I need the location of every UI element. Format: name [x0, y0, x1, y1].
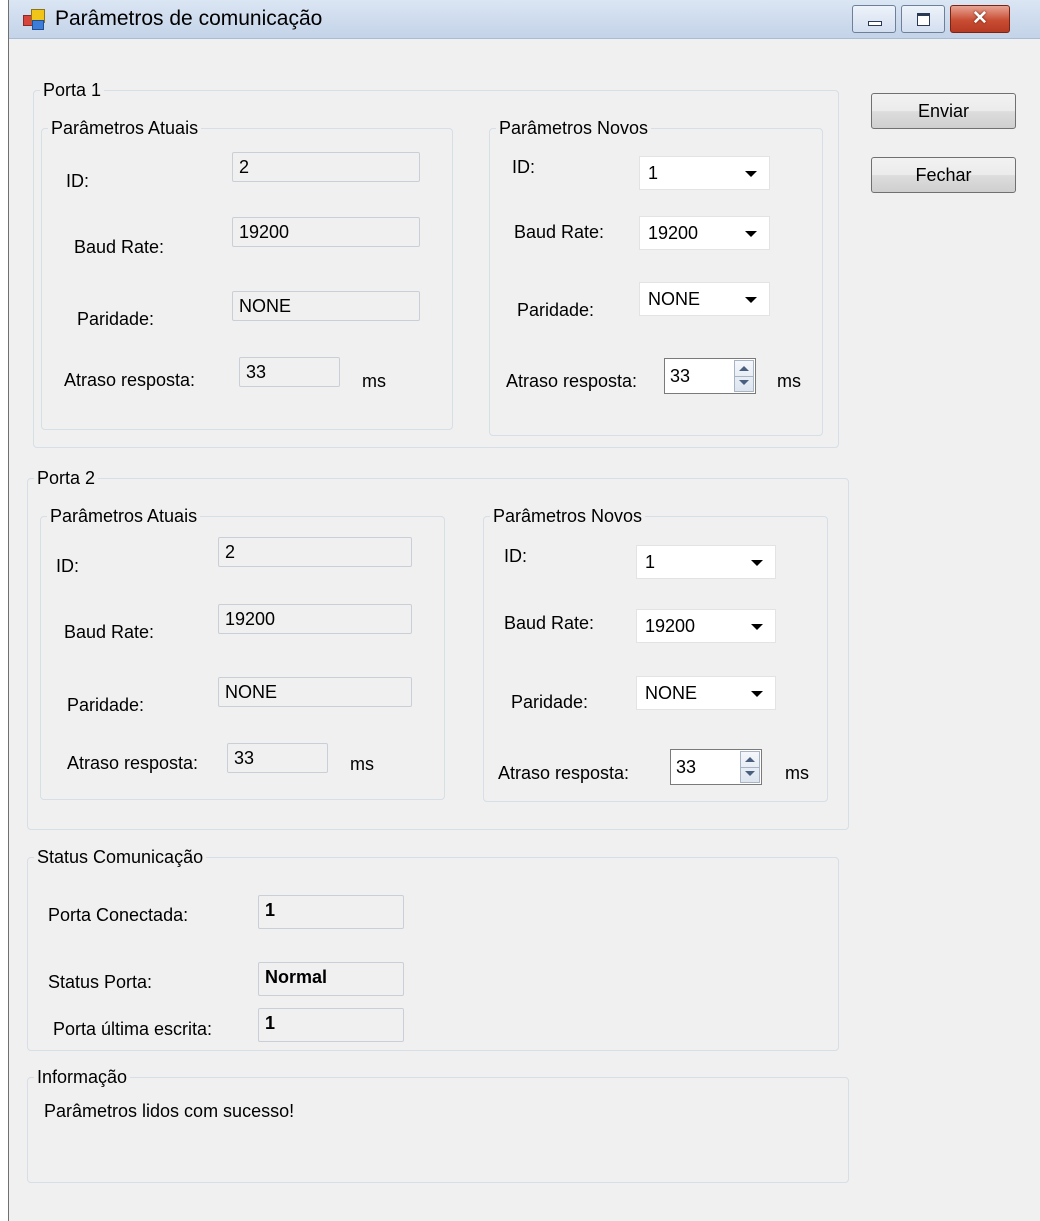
spin-up-icon[interactable] [745, 757, 755, 762]
close-icon: ✕ [972, 8, 988, 29]
port2-new-delay-unit: ms [785, 763, 809, 783]
port1-current-id-label: ID: [66, 171, 90, 191]
port2-current-delay-unit: ms [350, 754, 374, 774]
app-icon [23, 9, 45, 30]
port1-current-baud-label: Baud Rate: [74, 237, 165, 257]
port1-new-id-value: 1 [648, 163, 659, 183]
port2-new-title: Parâmetros Novos [490, 505, 646, 527]
port2-new-parity-label: Paridade: [511, 692, 589, 712]
port2-new-baud-select[interactable]: 19200 [636, 609, 776, 643]
port1-new-baud-select[interactable]: 19200 [639, 216, 770, 250]
port2-new-delay-value: 33 [676, 757, 697, 777]
port2-new-id-value: 1 [645, 552, 656, 572]
connected-port-label: Porta Conectada: [48, 905, 189, 925]
chevron-down-icon [745, 297, 757, 303]
info-group: Informação Parâmetros lidos com sucesso! [27, 1066, 849, 1183]
connected-port-field: 1 [258, 895, 404, 929]
main-window: Parâmetros de comunicação ✕ Enviar Fecha… [8, 0, 1040, 1221]
last-write-port-label: Porta última escrita: [53, 1019, 213, 1039]
port2-new-id-select[interactable]: 1 [636, 545, 776, 579]
port2-current-parity-label: Paridade: [67, 695, 145, 715]
port2-current-id-field: 2 [218, 537, 412, 567]
port-status-label: Status Porta: [48, 972, 153, 992]
port1-current-baud-field: 19200 [232, 217, 420, 247]
port1-new-group: Parâmetros Novos ID: 1 Baud Rate: 19200 … [489, 117, 823, 436]
info-message: Parâmetros lidos com sucesso! [44, 1101, 295, 1121]
port1-current-parity-label: Paridade: [77, 309, 155, 329]
port1-new-id-label: ID: [512, 157, 536, 177]
close-button[interactable]: Fechar [871, 157, 1016, 193]
port2-current-delay-label: Atraso resposta: [67, 753, 199, 773]
port-status-field: Normal [258, 962, 404, 996]
port1-title: Porta 1 [40, 79, 105, 101]
maximize-button[interactable] [901, 5, 945, 33]
port2-group: Porta 2 Parâmetros Atuais ID: 2 Baud Rat… [27, 467, 849, 830]
port1-new-delay-unit: ms [777, 371, 801, 391]
port1-new-parity-label: Paridade: [517, 300, 595, 320]
maximize-icon [917, 13, 930, 26]
chevron-down-icon [751, 691, 763, 697]
status-title: Status Comunicação [34, 846, 207, 868]
port1-new-delay-label: Atraso resposta: [506, 371, 638, 391]
port1-new-id-select[interactable]: 1 [639, 156, 770, 190]
title-bar[interactable]: Parâmetros de comunicação ✕ [9, 0, 1040, 39]
port2-new-delay-spin-buttons[interactable] [740, 751, 760, 783]
port2-new-baud-label: Baud Rate: [504, 613, 595, 633]
port1-group: Porta 1 Parâmetros Atuais ID: 2 Baud Rat… [33, 79, 839, 448]
port1-new-baud-value: 19200 [648, 223, 699, 243]
chevron-down-icon [745, 231, 757, 237]
port1-current-parity-field: NONE [232, 291, 420, 321]
close-window-button[interactable]: ✕ [950, 5, 1010, 33]
port1-current-delay-unit: ms [362, 371, 386, 391]
port1-new-delay-spinner[interactable]: 33 [664, 358, 756, 394]
last-write-port-field: 1 [258, 1008, 404, 1042]
port1-current-delay-field: 33 [239, 357, 340, 387]
minimize-button[interactable] [852, 5, 896, 33]
port1-new-parity-select[interactable]: NONE [639, 282, 770, 316]
chevron-down-icon [751, 560, 763, 566]
port1-current-delay-label: Atraso resposta: [64, 370, 196, 390]
port2-new-id-label: ID: [504, 546, 528, 566]
spin-down-icon[interactable] [745, 771, 755, 776]
port1-new-title: Parâmetros Novos [496, 117, 652, 139]
port2-new-group: Parâmetros Novos ID: 1 Baud Rate: 19200 … [483, 505, 828, 802]
port1-new-delay-value: 33 [670, 366, 691, 386]
port2-current-title: Parâmetros Atuais [47, 505, 201, 527]
spin-down-icon[interactable] [739, 380, 749, 385]
window-title: Parâmetros de comunicação [55, 7, 323, 30]
port2-title: Porta 2 [34, 467, 99, 489]
port2-current-baud-label: Baud Rate: [64, 622, 155, 642]
port2-new-parity-value: NONE [645, 683, 698, 703]
port2-new-delay-label: Atraso resposta: [498, 763, 630, 783]
spin-up-icon[interactable] [739, 366, 749, 371]
port2-new-delay-spinner[interactable]: 33 [670, 749, 762, 785]
port2-new-baud-value: 19200 [645, 616, 696, 636]
port1-current-group: Parâmetros Atuais ID: 2 Baud Rate: 19200… [41, 117, 453, 430]
info-title: Informação [34, 1066, 131, 1088]
status-group: Status Comunicação Porta Conectada: 1 St… [27, 846, 839, 1051]
port2-current-id-label: ID: [56, 556, 80, 576]
port1-new-delay-spin-buttons[interactable] [734, 360, 754, 392]
port1-current-title: Parâmetros Atuais [48, 117, 202, 139]
port2-new-parity-select[interactable]: NONE [636, 676, 776, 710]
chevron-down-icon [751, 624, 763, 630]
chevron-down-icon [745, 171, 757, 177]
send-button[interactable]: Enviar [871, 93, 1016, 129]
port2-current-delay-field: 33 [227, 743, 328, 773]
port1-new-parity-value: NONE [648, 289, 701, 309]
port1-new-baud-label: Baud Rate: [514, 222, 605, 242]
minimize-icon [868, 21, 882, 26]
port2-current-group: Parâmetros Atuais ID: 2 Baud Rate: 19200… [40, 505, 445, 800]
port2-current-parity-field: NONE [218, 677, 412, 707]
port2-current-baud-field: 19200 [218, 604, 412, 634]
port1-current-id-field: 2 [232, 152, 420, 182]
